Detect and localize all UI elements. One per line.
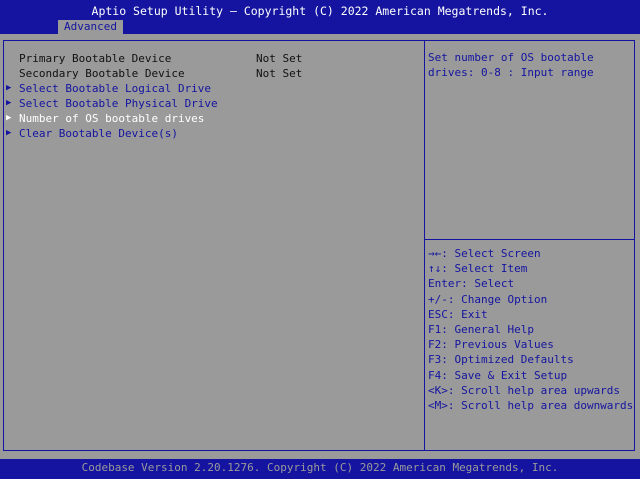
help-description: Set number of OS bootable drives: 0-8 : …	[428, 51, 601, 79]
vertical-divider	[424, 40, 425, 451]
submenu-arrow-icon: ▶	[6, 83, 12, 93]
setting-value: Not Set	[256, 52, 303, 65]
key-hint-scroll-up: <K>: Scroll help area upwards	[428, 383, 621, 397]
tab-strip: Advanced	[0, 20, 640, 34]
setting-value: Not Set	[256, 67, 303, 80]
menu-item-clear-bootable-devices[interactable]: ▶ Clear Bootable Device(s)	[6, 126, 418, 141]
setting-primary-bootable-device: Primary Bootable Device Not Set	[6, 51, 418, 66]
menu-item-label: Select Bootable Logical Drive	[19, 82, 212, 95]
setting-label: Secondary Bootable Device	[19, 67, 185, 80]
menu-item-label: Number of OS bootable drives	[19, 112, 205, 125]
tab-advanced[interactable]: Advanced	[58, 20, 123, 34]
key-hint-exit: ESC: Exit	[428, 307, 488, 321]
help-divider	[425, 239, 635, 240]
key-legend: →←: Select Screen ↑↓: Select Item Enter:…	[428, 246, 633, 413]
key-hint-optimized-defaults: F3: Optimized Defaults	[428, 353, 574, 367]
submenu-arrow-icon: ▶	[6, 113, 12, 123]
key-hint-change-option: +/-: Change Option	[428, 292, 548, 306]
menu-item-label: Select Bootable Physical Drive	[19, 97, 218, 110]
key-hint-general-help: F1: General Help	[428, 322, 534, 336]
setting-secondary-bootable-device: Secondary Bootable Device Not Set	[6, 66, 418, 81]
submenu-arrow-icon: ▶	[6, 128, 12, 138]
key-hint-enter: Enter: Select	[428, 277, 515, 291]
bios-title: Aptio Setup Utility – Copyright (C) 2022…	[91, 4, 549, 18]
key-hint-select-screen: →←: Select Screen	[428, 247, 541, 260]
key-hint-scroll-down: <M>: Scroll help area downwards	[428, 398, 634, 412]
key-hint-save-exit: F4: Save & Exit Setup	[428, 368, 568, 382]
menu-item-number-of-os-bootable-drives[interactable]: ▶ Number of OS bootable drives	[6, 111, 418, 126]
setting-label: Primary Bootable Device	[19, 52, 172, 65]
menu-item-select-bootable-logical-drive[interactable]: ▶ Select Bootable Logical Drive	[6, 81, 418, 96]
footer-version: Codebase Version 2.20.1276. Copyright (C…	[81, 461, 559, 474]
key-hint-previous-values: F2: Previous Values	[428, 338, 554, 352]
menu-item-label: Clear Bootable Device(s)	[19, 127, 178, 140]
key-hint-select-item: ↑↓: Select Item	[428, 262, 528, 276]
menu-item-select-bootable-physical-drive[interactable]: ▶ Select Bootable Physical Drive	[6, 96, 418, 111]
main-panel: Primary Bootable Device Not Set Secondar…	[0, 34, 640, 459]
submenu-arrow-icon: ▶	[6, 98, 12, 108]
